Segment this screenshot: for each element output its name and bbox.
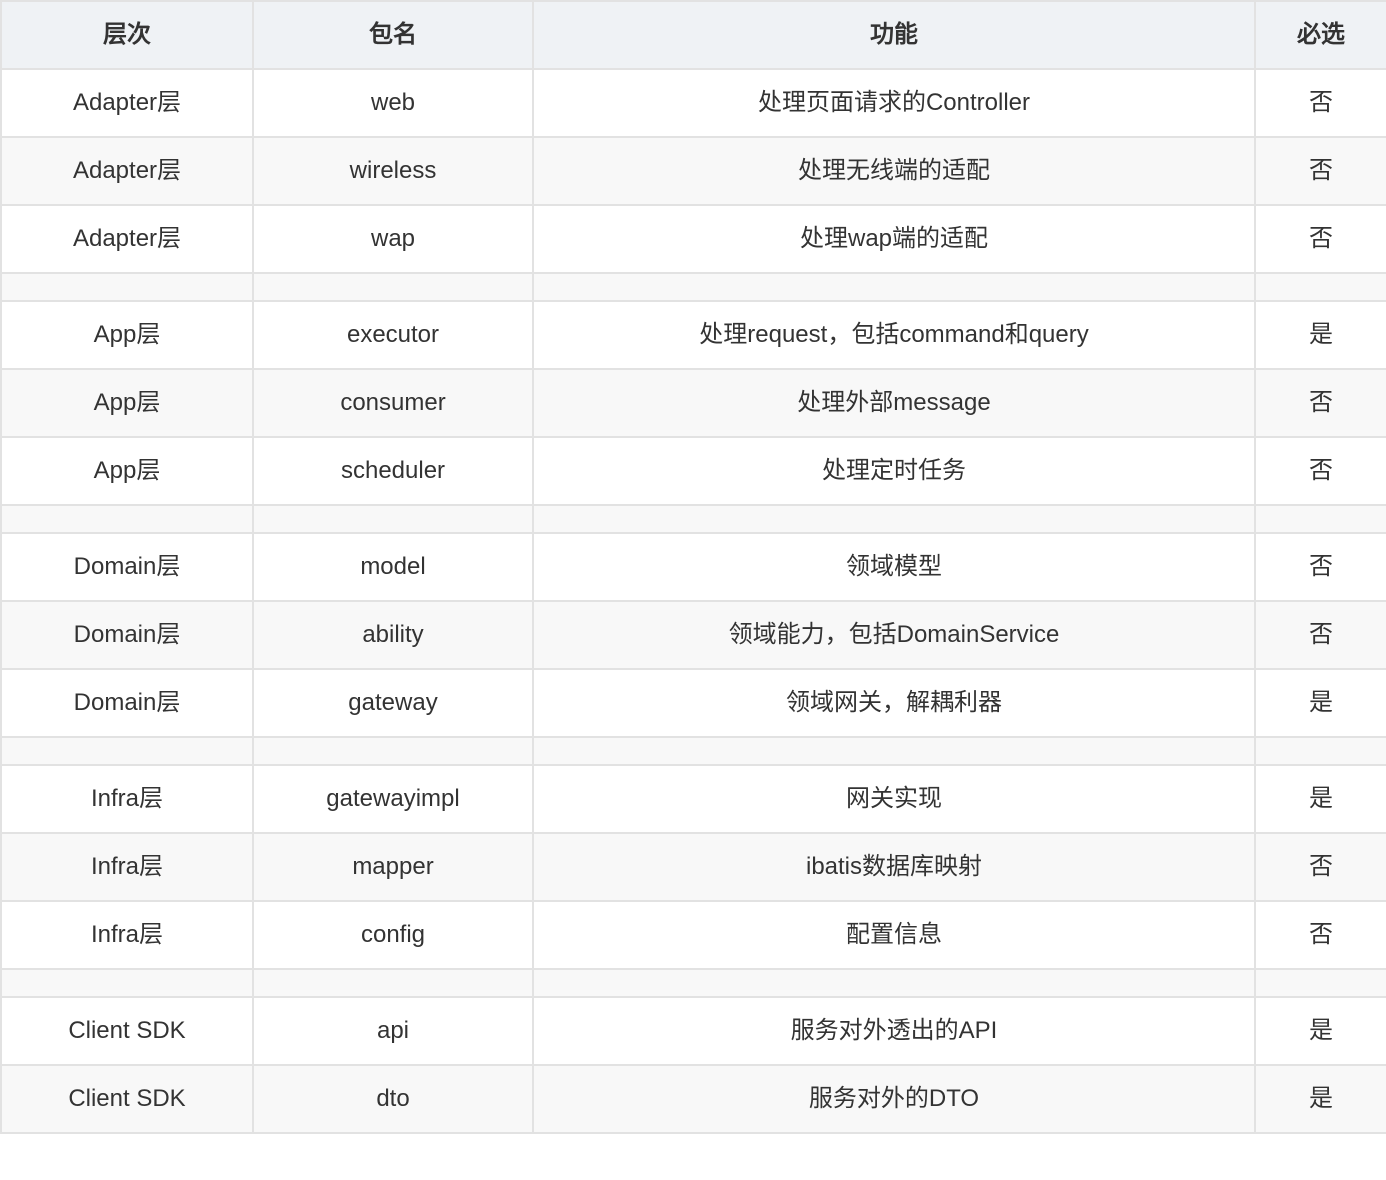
table-row: Infra层 mapper ibatis数据库映射 否	[0, 832, 1386, 902]
cell-function: 服务对外的DTO	[532, 1064, 1256, 1134]
cell-package: web	[252, 68, 534, 138]
spacer-cell	[1254, 736, 1386, 766]
cell-layer: Domain层	[0, 668, 254, 738]
cell-required: 是	[1254, 668, 1386, 738]
spacer-cell	[532, 968, 1256, 998]
table-row: Domain层 model 领域模型 否	[0, 532, 1386, 602]
cell-required: 否	[1254, 900, 1386, 970]
spacer-cell	[532, 736, 1256, 766]
table-row: App层 consumer 处理外部message 否	[0, 368, 1386, 438]
cell-layer: Infra层	[0, 900, 254, 970]
cell-package: mapper	[252, 832, 534, 902]
cell-layer: Infra层	[0, 832, 254, 902]
cell-function: 处理无线端的适配	[532, 136, 1256, 206]
cell-package: config	[252, 900, 534, 970]
cell-required: 是	[1254, 1064, 1386, 1134]
spacer-cell	[252, 272, 534, 302]
cell-function: 处理页面请求的Controller	[532, 68, 1256, 138]
cell-function: 领域能力，包括DomainService	[532, 600, 1256, 670]
cell-function: ibatis数据库映射	[532, 832, 1256, 902]
cell-function: 服务对外透出的API	[532, 996, 1256, 1066]
header-function: 功能	[532, 0, 1256, 70]
spacer-cell	[532, 504, 1256, 534]
table-row: App层 executor 处理request，包括command和query …	[0, 300, 1386, 370]
spacer-row	[0, 504, 1386, 534]
cell-package: api	[252, 996, 534, 1066]
cell-package: executor	[252, 300, 534, 370]
cell-package: model	[252, 532, 534, 602]
header-layer: 层次	[0, 0, 254, 70]
cell-layer: Adapter层	[0, 68, 254, 138]
spacer-cell	[0, 736, 254, 766]
spacer-cell	[0, 968, 254, 998]
cell-function: 处理request，包括command和query	[532, 300, 1256, 370]
cell-required: 是	[1254, 996, 1386, 1066]
cell-function: 处理定时任务	[532, 436, 1256, 506]
table-row: Adapter层 wireless 处理无线端的适配 否	[0, 136, 1386, 206]
cell-package: wap	[252, 204, 534, 274]
cell-function: 领域模型	[532, 532, 1256, 602]
spacer-cell	[252, 968, 534, 998]
table-row: Client SDK api 服务对外透出的API 是	[0, 996, 1386, 1066]
cell-package: wireless	[252, 136, 534, 206]
spacer-cell	[0, 504, 254, 534]
table-row: Domain层 gateway 领域网关，解耦利器 是	[0, 668, 1386, 738]
cell-required: 否	[1254, 600, 1386, 670]
cell-required: 否	[1254, 832, 1386, 902]
cell-function: 处理wap端的适配	[532, 204, 1256, 274]
spacer-cell	[0, 272, 254, 302]
cell-required: 否	[1254, 368, 1386, 438]
cell-layer: Adapter层	[0, 204, 254, 274]
cell-package: ability	[252, 600, 534, 670]
cell-package: consumer	[252, 368, 534, 438]
spacer-row	[0, 272, 1386, 302]
cell-function: 处理外部message	[532, 368, 1256, 438]
spacer-cell	[1254, 968, 1386, 998]
cell-package: gatewayimpl	[252, 764, 534, 834]
table-row: App层 scheduler 处理定时任务 否	[0, 436, 1386, 506]
cell-layer: Adapter层	[0, 136, 254, 206]
table-row: Domain层 ability 领域能力，包括DomainService 否	[0, 600, 1386, 670]
cell-function: 配置信息	[532, 900, 1256, 970]
cell-layer: Domain层	[0, 532, 254, 602]
spacer-row	[0, 968, 1386, 998]
cell-layer: Domain层	[0, 600, 254, 670]
spacer-row	[0, 736, 1386, 766]
cell-required: 否	[1254, 68, 1386, 138]
table-body: Adapter层 web 处理页面请求的Controller 否 Adapter…	[0, 68, 1386, 1134]
cell-function: 领域网关，解耦利器	[532, 668, 1256, 738]
header-row: 层次 包名 功能 必选	[0, 0, 1386, 70]
cell-layer: App层	[0, 436, 254, 506]
spacer-cell	[1254, 272, 1386, 302]
cell-required: 是	[1254, 764, 1386, 834]
cell-required: 否	[1254, 436, 1386, 506]
cell-package: dto	[252, 1064, 534, 1134]
table-row: Infra层 config 配置信息 否	[0, 900, 1386, 970]
cell-package: scheduler	[252, 436, 534, 506]
cell-layer: Client SDK	[0, 996, 254, 1066]
cell-required: 是	[1254, 300, 1386, 370]
spacer-cell	[532, 272, 1256, 302]
table-header: 层次 包名 功能 必选	[0, 0, 1386, 70]
header-package: 包名	[252, 0, 534, 70]
spacer-cell	[252, 736, 534, 766]
cell-required: 否	[1254, 204, 1386, 274]
cell-layer: App层	[0, 368, 254, 438]
cell-layer: App层	[0, 300, 254, 370]
table-row: Adapter层 web 处理页面请求的Controller 否	[0, 68, 1386, 138]
spacer-cell	[252, 504, 534, 534]
cell-package: gateway	[252, 668, 534, 738]
table-row: Client SDK dto 服务对外的DTO 是	[0, 1064, 1386, 1134]
cell-required: 否	[1254, 532, 1386, 602]
table-row: Adapter层 wap 处理wap端的适配 否	[0, 204, 1386, 274]
package-structure-table: 层次 包名 功能 必选 Adapter层 web 处理页面请求的Controll…	[0, 0, 1386, 1134]
spacer-cell	[1254, 504, 1386, 534]
cell-layer: Client SDK	[0, 1064, 254, 1134]
cell-required: 否	[1254, 136, 1386, 206]
header-required: 必选	[1254, 0, 1386, 70]
cell-layer: Infra层	[0, 764, 254, 834]
table-row: Infra层 gatewayimpl 网关实现 是	[0, 764, 1386, 834]
cell-function: 网关实现	[532, 764, 1256, 834]
